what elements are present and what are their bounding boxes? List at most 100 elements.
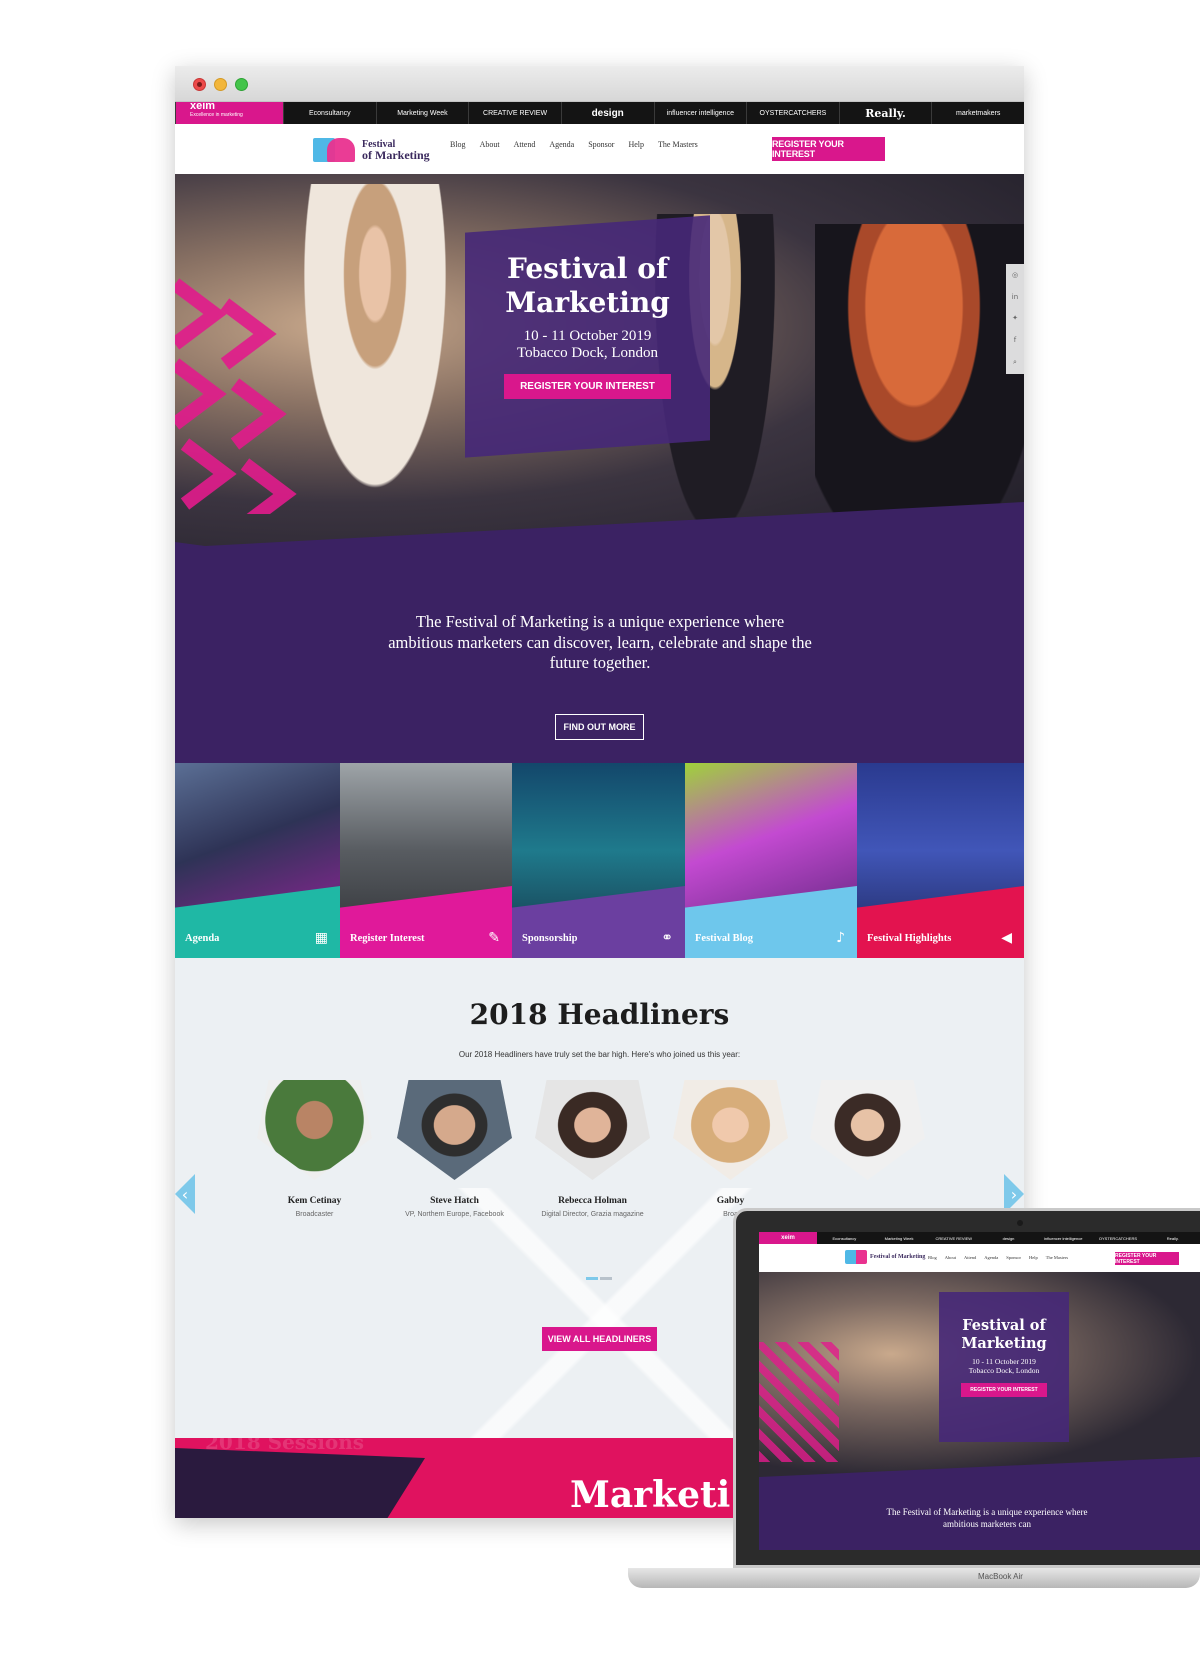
brand-econsultancy[interactable]: Econsultancy — [283, 102, 376, 124]
brand-creative-review[interactable]: CREATIVE REVIEW — [926, 1232, 981, 1244]
brand-label: CREATIVE REVIEW — [483, 109, 548, 117]
twitter-icon[interactable]: ✦ — [1012, 314, 1018, 322]
brand-oystercatchers[interactable]: OYSTERCATCHERS — [1091, 1232, 1146, 1244]
nav-item-help[interactable]: Help — [1029, 1255, 1038, 1260]
pink-chevron-pattern — [175, 278, 297, 514]
nav-menu: Blog About Attend Agenda Sponsor Help Th… — [450, 140, 698, 149]
close-window-button[interactable] — [193, 78, 206, 91]
speaker-card[interactable]: Rebecca Holman Digital Director, Grazia … — [535, 1080, 650, 1220]
register-interest-hero-button[interactable]: REGISTER YOUR INTEREST — [504, 374, 671, 399]
tile-festival-blog[interactable]: Festival Blog ♪ — [685, 763, 857, 958]
brand-really[interactable]: Really. — [838, 102, 932, 124]
carousel-prev-button[interactable]: ‹ — [175, 1174, 195, 1214]
brand-xeim[interactable]: xeim Excellence in marketing — [175, 102, 283, 124]
nav-item-blog[interactable]: Blog — [928, 1255, 937, 1260]
nav-item-about[interactable]: About — [945, 1255, 956, 1260]
brand-bar: xeim Excellence in marketing Econsultanc… — [175, 102, 1024, 124]
speaker-card[interactable]: Steve Hatch VP, Northern Europe, Faceboo… — [397, 1080, 512, 1220]
microphone-icon: ♪ — [836, 930, 845, 946]
brand-marketing-week[interactable]: Marketing Week — [375, 102, 469, 124]
calendar-icon: ▦ — [314, 930, 328, 946]
tile-sponsorship[interactable]: Sponsorship ⚭ — [512, 763, 685, 958]
nav-item-agenda[interactable]: Agenda — [984, 1255, 998, 1260]
view-all-headliners-button[interactable]: VIEW ALL HEADLINERS — [542, 1327, 657, 1351]
instagram-icon[interactable]: ◎ — [1012, 271, 1018, 279]
headliners-title: 2018 Headliners — [469, 998, 730, 1031]
brand-econsultancy[interactable]: Econsultancy — [817, 1232, 872, 1244]
laptop-hero-title: Festival of Marketing — [961, 1317, 1047, 1352]
nav-item-attend[interactable]: Attend — [514, 140, 536, 149]
logo-line-2: of Marketing — [362, 148, 430, 162]
tile-festival-highlights[interactable]: Festival Highlights ◀ — [857, 763, 1024, 958]
logo-text: Festival of Marketing — [870, 1254, 926, 1260]
speaker-name: Kem Cetinay — [287, 1196, 342, 1206]
search-icon[interactable]: ⌕ — [1013, 358, 1017, 367]
social-sidebar: ◎ in ✦ f ⌕ — [1006, 264, 1024, 374]
nav-item-help[interactable]: Help — [628, 140, 644, 149]
strip-heading: Marketi — [570, 1474, 731, 1516]
site-logo[interactable]: Festival of Marketing — [313, 134, 433, 166]
laptop-site-logo[interactable]: Festival of Marketing — [845, 1250, 925, 1264]
facebook-icon[interactable]: f — [1014, 336, 1016, 344]
brand-influencer-intelligence[interactable]: influencer intelligence — [653, 102, 747, 124]
fom-logo-icon — [845, 1250, 867, 1264]
nav-item-attend[interactable]: Attend — [964, 1255, 976, 1260]
find-out-more-button[interactable]: FIND OUT MORE — [555, 714, 644, 740]
speaker-card[interactable]: Gabby Broa — [673, 1080, 788, 1220]
register-interest-nav-button[interactable]: REGISTER YOUR INTEREST — [772, 137, 885, 161]
nav-item-sponsor[interactable]: Sponsor — [588, 140, 614, 149]
laptop-hero-date: 10 - 11 October 2019 — [972, 1357, 1036, 1366]
speaker-name: Gabby — [716, 1196, 745, 1206]
tile-label: Agenda — [185, 933, 220, 944]
brand-marketing-week[interactable]: Marketing Week — [872, 1232, 927, 1244]
speaker-role: Broadcaster — [295, 1211, 334, 1218]
nav-item-sponsor[interactable]: Sponsor — [1006, 1255, 1021, 1260]
laptop-nav: Festival of Marketing Blog About Attend … — [759, 1244, 1200, 1272]
browser-titlebar — [175, 66, 1024, 102]
laptop-nav-menu: Blog About Attend Agenda Sponsor Help Th… — [928, 1255, 1068, 1260]
speaker-card[interactable]: Kem Cetinay Broadcaster — [257, 1080, 372, 1220]
brand-influencer-intelligence[interactable]: influencer intelligence — [1036, 1232, 1091, 1244]
tile-label: Sponsorship — [522, 933, 578, 944]
nav-item-the-masters[interactable]: The Masters — [1046, 1255, 1068, 1260]
maximize-window-button[interactable] — [235, 78, 248, 91]
pager-dot[interactable] — [600, 1277, 612, 1280]
brand-label: Really. — [865, 106, 906, 120]
tile-label: Register Interest — [350, 933, 425, 944]
nav-item-agenda[interactable]: Agenda — [549, 140, 574, 149]
brand-creative-review[interactable]: CREATIVE REVIEW — [468, 102, 561, 124]
brand-xeim[interactable]: xeim — [759, 1232, 817, 1244]
nav-item-the-masters[interactable]: The Masters — [658, 140, 698, 149]
nav-item-about[interactable]: About — [480, 140, 500, 149]
brand-design[interactable]: design — [981, 1232, 1036, 1244]
speaker-card[interactable] — [810, 1080, 925, 1196]
hero-banner: Festival of Marketing 10 - 11 October 20… — [175, 174, 1024, 554]
laptop-register-interest-button[interactable]: REGISTER YOUR INTEREST — [1115, 1252, 1179, 1265]
speaker-role: Digital Director, Grazia magazine — [541, 1211, 644, 1218]
fom-logo-icon — [313, 136, 359, 164]
brand-label: marketmakers — [956, 109, 1001, 117]
brand-label: OYSTERCATCHERS — [759, 109, 827, 117]
tile-register-interest[interactable]: Register Interest ✎ — [340, 763, 512, 958]
megaphone-icon: ◀ — [1001, 930, 1012, 946]
brand-really[interactable]: Really. — [1145, 1232, 1200, 1244]
nav-item-blog[interactable]: Blog — [450, 140, 466, 149]
minimize-window-button[interactable] — [214, 78, 227, 91]
hero-photo-woman-badge — [285, 184, 465, 544]
brand-oystercatchers[interactable]: OYSTERCATCHERS — [746, 102, 839, 124]
linkedin-icon[interactable]: in — [1012, 293, 1018, 301]
brand-xeim-label: xeim — [190, 102, 216, 112]
tile-label: Festival Blog — [695, 933, 754, 944]
brand-design[interactable]: design — [560, 102, 654, 124]
pink-chevron-pattern — [759, 1342, 839, 1462]
hero-content: Festival of Marketing 10 - 11 October 20… — [465, 252, 710, 399]
laptop-hero-register-button[interactable]: REGISTER YOUR INTEREST — [961, 1383, 1047, 1397]
hero-title: Festival of Marketing — [505, 252, 670, 319]
logo-text: Festival of Marketing — [362, 140, 430, 162]
laptop-brand-bar: xeim Econsultancy Marketing Week CREATIV… — [759, 1232, 1200, 1244]
speaker-photo — [257, 1080, 372, 1180]
brand-label: influencer intelligence — [666, 109, 734, 117]
pager-dot-active[interactable] — [586, 1277, 598, 1280]
brand-marketmakers[interactable]: marketmakers — [931, 102, 1024, 124]
tile-agenda[interactable]: Agenda ▦ — [175, 763, 340, 958]
